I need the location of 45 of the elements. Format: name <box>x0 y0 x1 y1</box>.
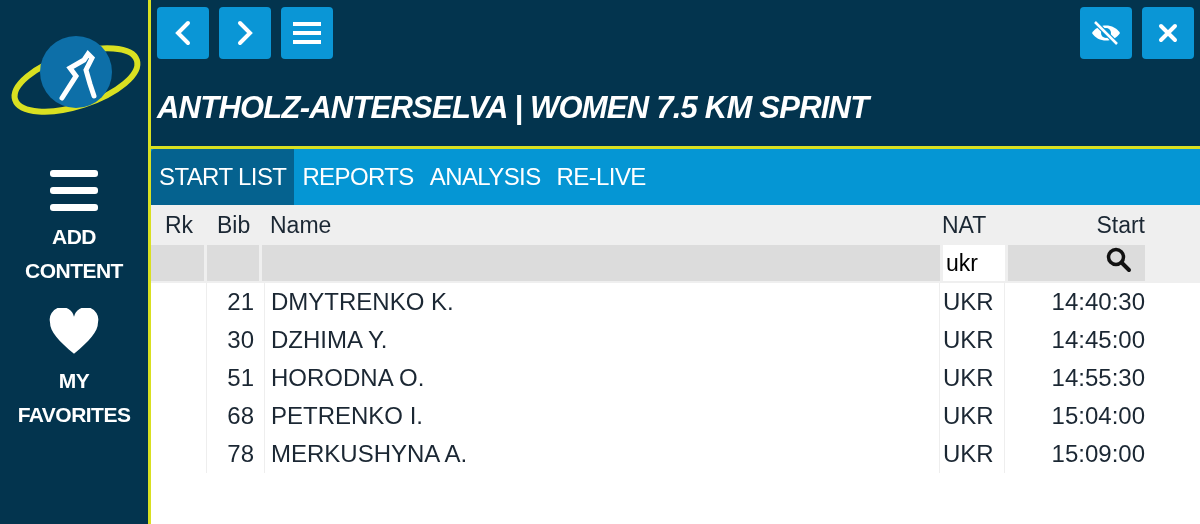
table-cell: UKR <box>940 435 1005 473</box>
heart-icon <box>47 308 101 356</box>
filter-field[interactable]: ukr <box>943 245 1005 281</box>
table-cell: HORODNA O. <box>265 359 940 397</box>
filter-field[interactable] <box>151 245 204 281</box>
tab[interactable]: START LIST <box>151 149 295 205</box>
chevron-right-icon <box>236 20 254 46</box>
table-cell: UKR <box>940 359 1005 397</box>
table-cell-text: 15:09:00 <box>1050 439 1145 469</box>
menu-icon <box>50 170 98 212</box>
table-cell: 68 <box>207 397 265 435</box>
column-header: Start <box>1095 210 1145 240</box>
forward-button[interactable] <box>219 7 271 59</box>
table-cell: DMYTRENKO K. <box>265 283 940 321</box>
close-icon <box>1158 23 1178 43</box>
column-header: Rk <box>164 210 195 240</box>
table-cell-text: 14:45:00 <box>1050 325 1145 355</box>
search-icon[interactable] <box>1106 247 1132 273</box>
menu-button[interactable] <box>281 7 333 59</box>
table-cell-text: 14:55:30 <box>1050 363 1145 393</box>
table-cell: DZHIMA Y. <box>265 321 940 359</box>
table-cell: PETRENKO I. <box>265 397 940 435</box>
table-cell-text: 15:04:00 <box>1050 401 1145 431</box>
table-cell: UKR <box>940 397 1005 435</box>
table-cell: UKR <box>940 321 1005 359</box>
filter-field[interactable] <box>1008 245 1145 281</box>
table-cell: 78 <box>207 435 265 473</box>
sidebar-label[interactable]: MY FAVORITES <box>14 364 134 432</box>
table-cell-text: 14:40:30 <box>1050 287 1145 317</box>
page-title: ANTHOLZ-ANTERSELVA | WOMEN 7.5 KM SPRINT <box>157 85 1194 132</box>
table-cell: MERKUSHYNA A. <box>265 435 940 473</box>
table-cell: 21 <box>207 283 265 321</box>
back-button[interactable] <box>157 7 209 59</box>
column-header: Bib <box>216 210 252 240</box>
close-button[interactable] <box>1142 7 1194 59</box>
column-header: NAT <box>941 210 988 240</box>
table-cell: UKR <box>940 283 1005 321</box>
menu-icon <box>293 21 321 45</box>
table-cell: 51 <box>207 359 265 397</box>
column-header: Name <box>269 210 333 240</box>
hide-button[interactable] <box>1080 7 1132 59</box>
chevron-left-icon <box>174 20 192 46</box>
sidebar-label[interactable]: ADD CONTENT <box>14 220 134 288</box>
eye-slash-icon <box>1090 20 1122 46</box>
table-cell: 30 <box>207 321 265 359</box>
